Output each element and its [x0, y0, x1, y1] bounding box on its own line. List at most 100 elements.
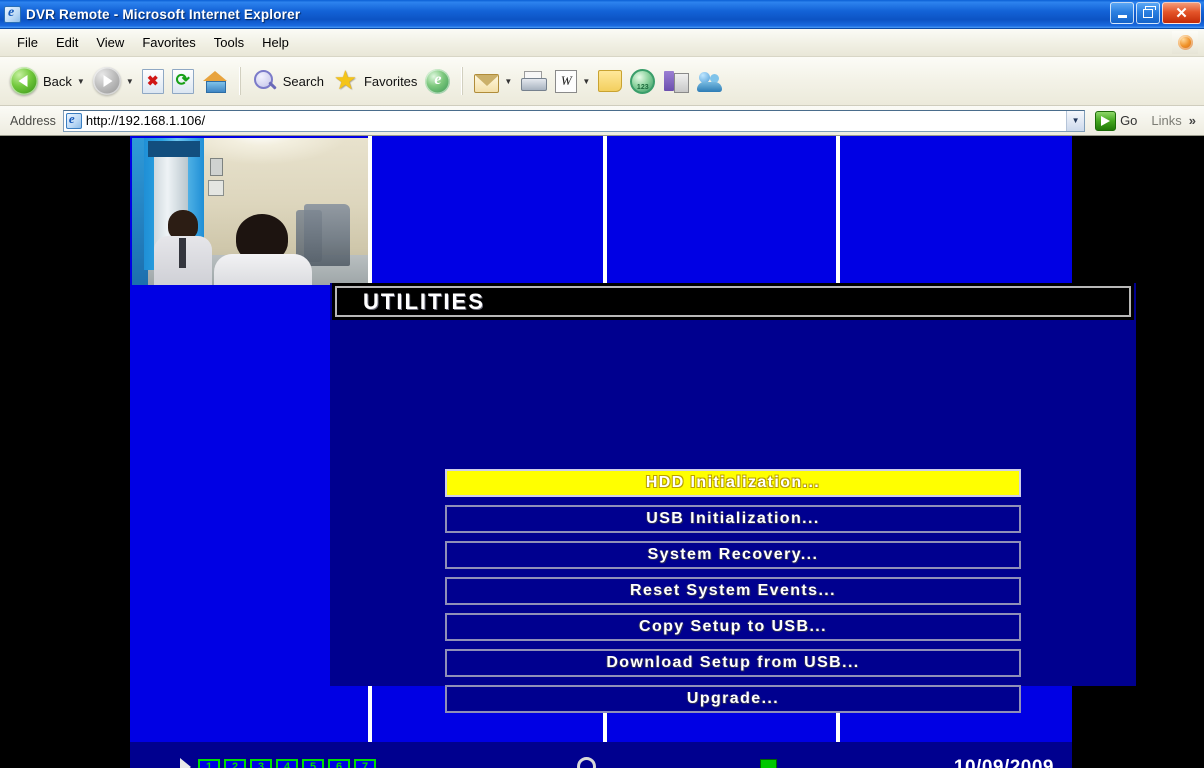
search-icon: [252, 68, 278, 94]
browser-window: DVR Remote - Microsoft Internet Explorer…: [0, 0, 1204, 768]
address-bar: Address ▼ Go Links »: [0, 106, 1204, 136]
print-icon: [520, 69, 548, 93]
address-input-container[interactable]: ▼: [62, 109, 1086, 132]
utilities-dialog: UTILITIES HDD Initialization... USB Init…: [330, 283, 1136, 713]
refresh-icon: [171, 68, 194, 94]
minimize-button[interactable]: [1110, 2, 1134, 24]
page-favicon-icon: [65, 111, 82, 129]
menu-view[interactable]: View: [87, 32, 133, 53]
menu-item-system-recovery[interactable]: System Recovery...: [445, 541, 1021, 569]
favorites-button[interactable]: Favorites: [328, 61, 421, 101]
menu-favorites[interactable]: Favorites: [133, 32, 204, 53]
edit-button[interactable]: [659, 61, 693, 101]
menu-edit[interactable]: Edit: [47, 32, 87, 53]
ie-brand-logo-icon: [1172, 31, 1198, 54]
channel-indicator-5[interactable]: 5: [302, 759, 324, 768]
refresh-button[interactable]: [168, 61, 198, 101]
channel-indicator-7[interactable]: 7: [354, 759, 376, 768]
window-controls: ✕: [1110, 2, 1201, 24]
window-titlebar: DVR Remote - Microsoft Internet Explorer…: [0, 0, 1204, 29]
links-label: Links: [1151, 113, 1182, 128]
address-history-chevron-down-icon[interactable]: ▼: [1066, 110, 1085, 131]
ie-document-icon: [4, 5, 21, 23]
mail-dropdown-chevron-down-icon[interactable]: ▼: [504, 77, 512, 86]
toolbar-separator-2: [461, 67, 464, 95]
menu-item-usb-initialization[interactable]: USB Initialization...: [445, 505, 1021, 533]
search-button[interactable]: Search: [248, 61, 328, 101]
people-button[interactable]: [693, 61, 728, 101]
play-icon: [180, 758, 191, 768]
messenger-button[interactable]: [626, 61, 659, 101]
media-button[interactable]: [421, 61, 454, 101]
menu-item-hdd-initialization[interactable]: HDD Initialization...: [445, 469, 1021, 497]
back-dropdown-chevron-down-icon[interactable]: ▼: [77, 77, 85, 86]
edit-word-icon: [555, 69, 578, 93]
dialog-titlebar: UTILITIES: [332, 283, 1134, 320]
home-icon: [202, 69, 228, 93]
channel-indicator-2[interactable]: 2: [224, 759, 246, 768]
people-icon: [697, 69, 724, 93]
page-content: UTILITIES HDD Initialization... USB Init…: [0, 136, 1204, 768]
menu-item-label: Upgrade...: [686, 690, 780, 707]
home-button[interactable]: [198, 61, 232, 101]
dvr-viewer: UTILITIES HDD Initialization... USB Init…: [130, 136, 1136, 768]
restore-icon: [1143, 5, 1156, 18]
favorites-star-icon: [332, 68, 359, 94]
back-label: Back: [43, 73, 72, 89]
restore-button[interactable]: [1136, 2, 1160, 24]
toolbar-overflow-chevron-icon[interactable]: »: [1189, 113, 1196, 128]
back-arrow-icon: [10, 67, 38, 95]
camera-scene-person-2-body: [214, 254, 312, 285]
menu-item-download-setup-from-usb[interactable]: Download Setup from USB...: [445, 649, 1021, 677]
stop-button[interactable]: [138, 61, 168, 101]
forward-dropdown-chevron-down-icon[interactable]: ▼: [126, 77, 134, 86]
browser-toolbar: Back ▼ ▼ Search Favorites: [0, 57, 1204, 106]
camera-feed-1[interactable]: [132, 138, 368, 285]
window-title: DVR Remote - Microsoft Internet Explorer: [26, 6, 301, 22]
dvr-status-bar: 1 2 3 4 5 6 7 10/09/2009: [130, 742, 1072, 768]
links-bar[interactable]: Links »: [1151, 113, 1196, 128]
dialog-title: UTILITIES: [363, 288, 485, 314]
go-button[interactable]: Go: [1091, 110, 1141, 132]
edit-dropdown-chevron-down-icon[interactable]: ▼: [582, 77, 590, 86]
address-label: Address: [10, 113, 56, 128]
favorites-label: Favorites: [363, 73, 418, 89]
menu-bar: File Edit View Favorites Tools Help: [0, 29, 1204, 57]
menu-file[interactable]: File: [8, 32, 47, 53]
channel-indicator-4[interactable]: 4: [276, 759, 298, 768]
address-input[interactable]: [85, 111, 1067, 130]
channel-indicator-1[interactable]: 1: [198, 759, 220, 768]
camera-scene-door-header: [148, 141, 200, 157]
menu-item-label: HDD Initialization...: [645, 474, 821, 491]
channel-indicator-group: 1 2 3 4 5 6 7: [180, 758, 376, 768]
edit-word-button[interactable]: ▼: [551, 61, 594, 101]
camera-scene-person-1-tie: [179, 238, 186, 268]
toolbar-separator: [238, 67, 241, 95]
print-button[interactable]: [516, 61, 551, 101]
camera-scene-wall-panel: [208, 180, 224, 196]
mail-button[interactable]: ▼: [470, 61, 516, 101]
back-button[interactable]: Back ▼: [6, 61, 89, 101]
channel-indicator-6[interactable]: 6: [328, 759, 350, 768]
status-date: 10/09/2009: [953, 757, 1054, 768]
stop-icon: [141, 68, 164, 94]
menu-item-label: Download Setup from USB...: [606, 654, 860, 671]
menu-item-label: USB Initialization...: [646, 510, 820, 527]
close-button[interactable]: ✕: [1162, 2, 1201, 24]
menu-item-copy-setup-to-usb[interactable]: Copy Setup to USB...: [445, 613, 1021, 641]
channel-indicator-3[interactable]: 3: [250, 759, 272, 768]
mail-icon: [474, 73, 500, 93]
menu-item-label: Reset System Events...: [630, 582, 836, 599]
note-icon: [598, 70, 623, 92]
forward-button[interactable]: ▼: [89, 61, 138, 101]
menu-item-label: Copy Setup to USB...: [639, 618, 827, 635]
menu-tools[interactable]: Tools: [205, 32, 253, 53]
hdd-status-icon: [760, 759, 777, 768]
menu-help[interactable]: Help: [253, 32, 298, 53]
forward-arrow-icon: [92, 67, 121, 95]
menu-item-upgrade[interactable]: Upgrade...: [445, 685, 1021, 713]
menu-item-reset-system-events[interactable]: Reset System Events...: [445, 577, 1021, 605]
note-button[interactable]: [594, 61, 626, 101]
messenger-icon: [630, 68, 656, 94]
dialog-titlebar-inner: UTILITIES: [335, 286, 1131, 317]
